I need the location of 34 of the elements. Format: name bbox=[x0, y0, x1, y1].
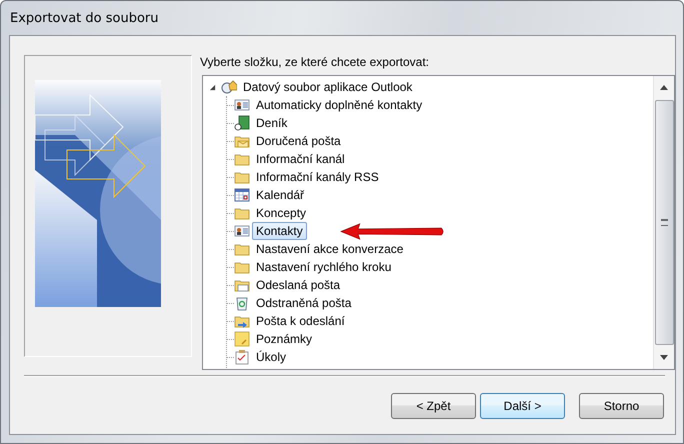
tree-item[interactable]: Pošta k odeslání bbox=[252, 312, 349, 330]
tree-item[interactable]: Datový soubor aplikace Outlook bbox=[239, 78, 416, 96]
contact-card-icon bbox=[234, 97, 250, 113]
tree-item[interactable]: Úkoly bbox=[252, 348, 290, 366]
tree-item[interactable]: Informační kanál bbox=[252, 150, 349, 168]
note-icon bbox=[234, 331, 250, 347]
cancel-button[interactable]: Storno bbox=[579, 393, 664, 419]
tree-item[interactable]: Odeslaná pošta bbox=[252, 276, 344, 294]
tree-item[interactable]: Nastavení rychlého kroku bbox=[252, 258, 396, 276]
journal-icon bbox=[234, 115, 250, 131]
tree-item[interactable]: Koncepty bbox=[252, 204, 310, 222]
window-title: Exportovat do souboru bbox=[10, 10, 158, 26]
tree-item[interactable]: Kalendář bbox=[252, 186, 308, 204]
back-button[interactable]: < Zpět bbox=[391, 393, 476, 419]
next-button[interactable]: Další > bbox=[480, 393, 565, 419]
calendar-icon bbox=[234, 187, 250, 203]
scrollbar[interactable] bbox=[653, 76, 674, 369]
tree-item[interactable]: Automaticky doplněné kontakty bbox=[252, 96, 426, 114]
contact-card-icon bbox=[234, 223, 250, 239]
scroll-thumb[interactable] bbox=[654, 100, 674, 345]
scroll-up-icon[interactable] bbox=[660, 85, 668, 90]
instruction-text: Vyberte složku, ze které chcete exportovat: bbox=[200, 55, 430, 71]
collapse-icon[interactable] bbox=[209, 84, 216, 90]
tree-item[interactable]: Kontakty bbox=[252, 222, 307, 240]
data-file-icon bbox=[221, 79, 237, 95]
scroll-down-icon[interactable] bbox=[660, 355, 668, 360]
tree-item[interactable]: Doručená pošta bbox=[252, 132, 345, 150]
tree-item[interactable]: Deník bbox=[252, 114, 292, 132]
tree-item[interactable]: Informační kanály RSS bbox=[252, 168, 383, 186]
tree-item[interactable]: Nastavení akce konverzace bbox=[252, 240, 408, 258]
tree-item[interactable]: Odstraněná pošta bbox=[252, 294, 356, 312]
tree-item[interactable]: Poznámky bbox=[252, 330, 316, 348]
trash-icon bbox=[234, 295, 250, 311]
clipboard-icon bbox=[234, 349, 250, 365]
